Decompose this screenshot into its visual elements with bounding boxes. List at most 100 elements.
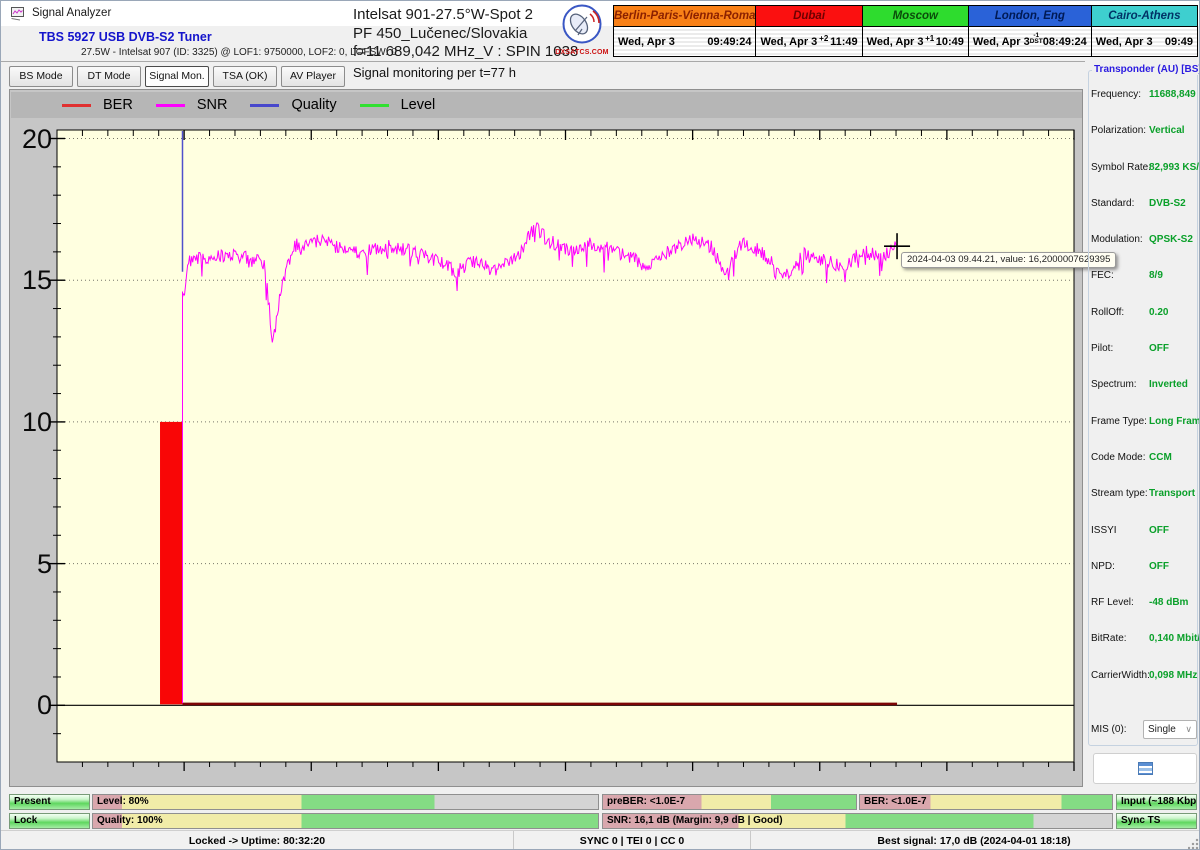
statusbar-best-signal: Best signal: 17,0 dB (2024-04-01 18:18): [751, 831, 1197, 850]
transponder-value: 0,098 MHz: [1149, 670, 1197, 681]
chevron-down-icon: ∨: [1185, 724, 1192, 735]
snr-progressbar: SNR: 16,1 dB (Margin: 9,9 dB | Good): [602, 813, 1113, 829]
clock-time-value: 09:49: [1165, 36, 1193, 48]
transponder-label: FEC:: [1091, 270, 1149, 281]
tab-signal-mon[interactable]: Signal Mon.: [145, 66, 209, 87]
tab-av-player[interactable]: AV Player: [281, 66, 345, 87]
transponder-value: Inverted: [1149, 379, 1188, 390]
clock-utc-offset: -1DST: [1030, 33, 1043, 45]
world-clocks: Berlin-Paris-Vienna-Roma Wed, Apr 3 09:49:…: [613, 5, 1198, 57]
clock-city-label: Moscow: [863, 6, 968, 27]
resize-grip[interactable]: [1188, 838, 1199, 849]
header-divider: [1, 61, 1085, 62]
tab-tsa-ok[interactable]: TSA (OK): [213, 66, 277, 87]
clock-time-value: 10:49: [936, 36, 964, 48]
tuner-info: 27.5W - Intelsat 907 (ID: 3325) @ LOF1: …: [81, 47, 397, 58]
clock-city-label: Cairo-Athens: [1092, 6, 1197, 27]
transponder-row-modulation: Modulation:QPSK-S2: [1091, 234, 1197, 270]
transponder-label: Symbol Rate:: [1091, 162, 1149, 173]
clock-time-value: 09:49:24: [707, 36, 751, 48]
transponder-row-stream-type: Stream type:Transport: [1091, 488, 1197, 524]
disk-icon: [1138, 762, 1153, 775]
app-icon: [10, 5, 26, 21]
transponder-value: 0.20: [1149, 307, 1168, 318]
target-frequency: f=11 689,042 MHz_V : SPIN 1038: [353, 43, 578, 62]
tab-bs-mode[interactable]: BS Mode: [9, 66, 73, 87]
level-progressbar: Level: 80%: [92, 794, 599, 810]
clock-city-label: London, Eng: [969, 6, 1091, 27]
clock-time-row: Wed, Apr 3-1DST08:49:24: [969, 27, 1091, 56]
clock-time-value: 11:49: [830, 36, 858, 48]
target-site: PF 450_Lučenec/Slovakia: [353, 25, 578, 44]
statusbar: Locked -> Uptime: 80:32:20 SYNC 0 | TEI …: [1, 830, 1200, 850]
transponder-label: Spectrum:: [1091, 379, 1149, 390]
clock-utc-offset: +2: [817, 34, 830, 43]
ber-progressbar: BER: <1.0E-7: [859, 794, 1113, 810]
transponder-title: Transponder (AU) [BS]: [1092, 64, 1200, 75]
transponder-row-spectrum: Spectrum:Inverted: [1091, 379, 1197, 415]
transponder-row-standard: Standard:DVB-S2: [1091, 198, 1197, 234]
clock-dubai: DubaiWed, Apr 3+211:49: [756, 6, 862, 56]
transponder-label: Frequency:: [1091, 89, 1149, 100]
status-badge-lock: Lock: [9, 813, 90, 829]
clock-city-label: Dubai: [756, 6, 861, 27]
clock-utc-offset: +1: [924, 34, 936, 43]
transponder-value: 11688,849 MHz: [1149, 89, 1200, 100]
transponder-value: -48 dBm: [1149, 597, 1188, 608]
dxsatcs-logo: DXSATCS.COM: [553, 4, 611, 60]
clock-time-row: Wed, Apr 3+211:49: [756, 27, 861, 56]
clock-date: Wed, Apr 3: [867, 36, 924, 48]
satellite-dish-icon: [559, 4, 605, 46]
mis-label: MIS (0):: [1091, 724, 1127, 735]
transponder-row-symbol-rate: Symbol Rate:82,993 KS/s: [1091, 162, 1197, 198]
transponder-row-bitrate: BitRate:0,140 Mbit/s: [1091, 633, 1197, 669]
clock-time-row: Wed, Apr 3+110:49: [863, 27, 968, 56]
mis-row: MIS (0): Single ∨: [1091, 720, 1197, 739]
clock-time-row: Wed, Apr 3 09:49:24: [614, 27, 755, 56]
transponder-value: QPSK-S2: [1149, 234, 1193, 245]
plot-area[interactable]: [10, 90, 1082, 786]
clock-time-row: Wed, Apr 309:49: [1092, 27, 1197, 56]
logo-text: DXSATCS.COM: [553, 49, 611, 56]
quality-progressbar: Quality: 100%: [92, 813, 599, 829]
clock-date: Wed, Apr 3: [618, 36, 675, 48]
ts-record-button[interactable]: [1093, 753, 1197, 784]
transponder-value: 0,140 Mbit/s: [1149, 633, 1200, 644]
transponder-value: 82,993 KS/s: [1149, 162, 1200, 173]
target-satellite: Intelsat 901-27.5°W-Spot 2: [353, 6, 578, 25]
statusbar-sync-counters: SYNC 0 | TEI 0 | CC 0: [514, 831, 751, 850]
transponder-value: Transport: [1149, 488, 1195, 499]
transponder-value: Vertical: [1149, 125, 1185, 136]
transponder-row-issyi: ISSYIOFF: [1091, 525, 1197, 561]
clock-moscow: MoscowWed, Apr 3+110:49: [863, 6, 969, 56]
chart-tooltip: 2024-04-03 09.44.21, value: 16,200000762…: [901, 252, 1116, 268]
clock-london-eng: London, EngWed, Apr 3-1DST08:49:24: [969, 6, 1092, 56]
status-badge-present: Present: [9, 794, 90, 810]
signal-chart[interactable]: BERSNRQualityLevel 05101520 2024-04-03 0…: [9, 89, 1083, 787]
transponder-label: RollOff:: [1091, 307, 1149, 318]
clock-date: Wed, Apr 3: [973, 36, 1030, 48]
preber-progressbar: preBER: <1.0E-7: [602, 794, 857, 810]
mode-tabs: BS ModeDT ModeSignal Mon.TSA (OK)AV Play…: [9, 66, 345, 87]
window-title: Signal Analyzer: [32, 7, 111, 19]
target-info: Intelsat 901-27.5°W-Spot 2 PF 450_Lučene…: [353, 6, 578, 62]
transponder-label: RF Level:: [1091, 597, 1149, 608]
clock-cairo-athens: Cairo-AthensWed, Apr 309:49: [1092, 6, 1197, 56]
transponder-row-code-mode: Code Mode:CCM: [1091, 452, 1197, 488]
transponder-row-pilot: Pilot:OFF: [1091, 343, 1197, 379]
clock-city-label: Berlin-Paris-Vienna-Roma: [614, 6, 755, 27]
signal-analyzer-window: Signal Analyzer TBS 5927 USB DVB-S2 Tune…: [0, 0, 1200, 850]
transponder-row-rolloff: RollOff:0.20: [1091, 307, 1197, 343]
transponder-rows: Frequency:11688,849 MHzPolarization:Vert…: [1091, 89, 1197, 706]
transponder-row-npd: NPD:OFF: [1091, 561, 1197, 597]
tab-dt-mode[interactable]: DT Mode: [77, 66, 141, 87]
transponder-label: ISSYI: [1091, 525, 1149, 536]
transponder-row-rf-level: RF Level:-48 dBm: [1091, 597, 1197, 633]
clock-date: Wed, Apr 3: [760, 36, 817, 48]
transponder-value: 8/9: [1149, 270, 1163, 281]
monitoring-caption: Signal monitoring per t=77 h: [353, 65, 516, 80]
transponder-label: Pilot:: [1091, 343, 1149, 354]
mis-dropdown[interactable]: Single ∨: [1143, 720, 1197, 739]
transponder-value: Long Frame: [1149, 416, 1200, 427]
transponder-value: OFF: [1149, 343, 1169, 354]
